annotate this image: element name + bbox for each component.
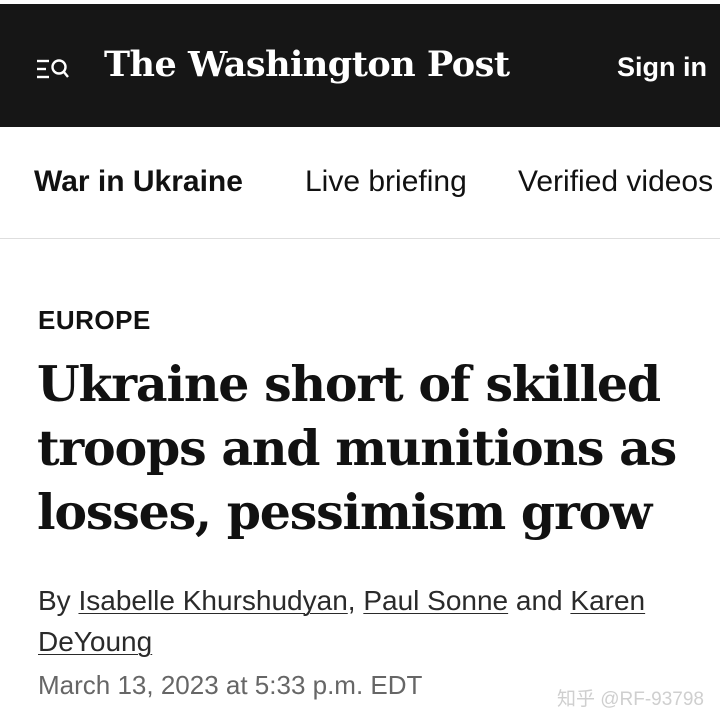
sign-in-button[interactable]: Sign in	[617, 52, 707, 83]
top-navigation-bar: The Washington Post Sign in	[0, 4, 720, 127]
author-link-paul-sonne[interactable]: Paul Sonne	[363, 585, 508, 616]
article-headline: Ukraine short of skilled troops and muni…	[37, 355, 677, 541]
byline-separator: ,	[347, 585, 356, 616]
menu-search-icon[interactable]	[36, 56, 70, 84]
subnav-item-live-briefing[interactable]: Live briefing	[305, 165, 467, 199]
section-kicker[interactable]: EUROPE	[38, 305, 151, 336]
publish-timestamp: March 13, 2023 at 5:33 p.m. EDT	[38, 670, 423, 700]
byline-conjunction: and	[515, 585, 563, 616]
section-subnav: War in Ukraine Live briefing Verified vi…	[0, 127, 720, 239]
watermark: 知乎 @RF-93798	[556, 689, 704, 710]
washington-post-logo[interactable]: The Washington Post	[104, 44, 510, 85]
article-byline: By Isabelle Khurshudyan, Paul Sonne and …	[38, 580, 698, 662]
subnav-item-verified-videos[interactable]: Verified videos	[518, 165, 713, 199]
byline-prefix: By	[38, 585, 71, 616]
author-link-isabelle-khurshudyan[interactable]: Isabelle Khurshudyan	[78, 585, 347, 616]
subnav-item-war-in-ukraine[interactable]: War in Ukraine	[34, 165, 243, 199]
